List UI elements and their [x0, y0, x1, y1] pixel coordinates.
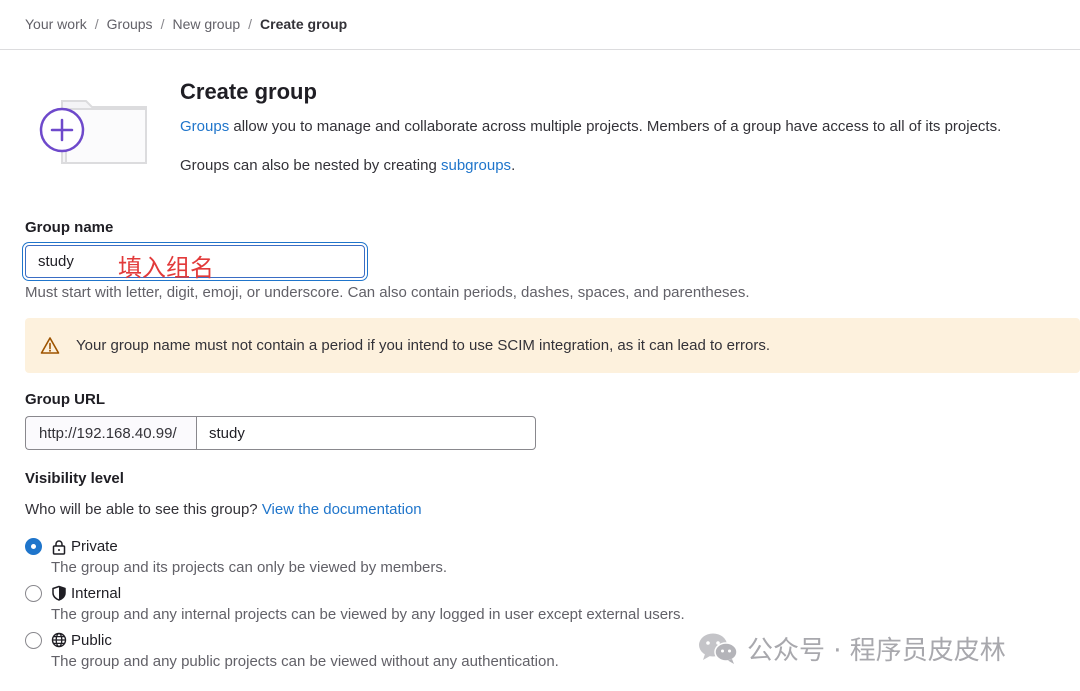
- breadcrumb-new-group[interactable]: New group: [172, 16, 240, 32]
- group-url-label: Group URL: [25, 391, 105, 408]
- url-prefix: http://192.168.40.99/: [25, 416, 197, 450]
- folder-plus-illustration: [39, 100, 147, 164]
- warning-icon: [40, 337, 60, 354]
- visibility-question: Who will be able to see this group? View…: [25, 501, 422, 518]
- breadcrumb-separator: /: [248, 16, 253, 32]
- watermark-text: 公众号 · 程序员皮皮林: [747, 635, 1006, 666]
- lock-icon: [52, 540, 66, 555]
- group-name-help: Must start with letter, digit, emoji, or…: [25, 284, 750, 301]
- shield-icon: [52, 585, 66, 601]
- watermark: 公众号 · 程序员皮皮林: [697, 630, 1006, 666]
- visibility-internal-description: The group and any internal projects can …: [51, 606, 685, 623]
- globe-icon: [51, 632, 67, 648]
- breadcrumb-current: Create group: [260, 16, 348, 32]
- radio-public[interactable]: [25, 632, 42, 649]
- visibility-private-description: The group and its projects can only be v…: [51, 559, 448, 576]
- intro-body: allow you to manage and collaborate acro…: [229, 118, 1002, 135]
- intro-text: Groups allow you to manage and collabora…: [180, 118, 1001, 135]
- radio-private[interactable]: [25, 538, 42, 555]
- group-url-input[interactable]: [196, 416, 536, 450]
- visibility-internal-label[interactable]: Internal: [71, 585, 121, 602]
- visibility-public-description: The group and any public projects can be…: [51, 653, 559, 670]
- breadcrumb-separator: /: [94, 16, 99, 32]
- group-name-label: Group name: [25, 219, 114, 236]
- scim-warning-alert: Your group name must not contain a perio…: [25, 318, 1080, 373]
- breadcrumb-separator: /: [160, 16, 165, 32]
- view-documentation-link[interactable]: View the documentation: [262, 501, 422, 518]
- groups-link[interactable]: Groups: [180, 118, 229, 135]
- breadcrumb-groups[interactable]: Groups: [107, 16, 153, 32]
- subgroups-link[interactable]: subgroups: [441, 157, 511, 174]
- visibility-question-text: Who will be able to see this group?: [25, 501, 262, 518]
- annotation-text: 填入组名: [118, 254, 214, 282]
- top-bar: Your work / Groups / New group / Create …: [0, 0, 1080, 50]
- page-title: Create group: [180, 79, 317, 104]
- visibility-label: Visibility level: [25, 470, 124, 487]
- visibility-private-label[interactable]: Private: [71, 538, 118, 555]
- wechat-icon: [699, 633, 738, 664]
- breadcrumb-your-work[interactable]: Your work: [25, 16, 87, 32]
- nested-end: .: [511, 157, 516, 174]
- visibility-public-label[interactable]: Public: [71, 632, 112, 649]
- radio-internal[interactable]: [25, 585, 42, 602]
- nested-body: Groups can also be nested by creating: [180, 157, 441, 174]
- alert-text: Your group name must not contain a perio…: [76, 337, 771, 354]
- breadcrumb: Your work / Groups / New group / Create …: [25, 16, 347, 32]
- nested-text: Groups can also be nested by creating su…: [180, 157, 515, 174]
